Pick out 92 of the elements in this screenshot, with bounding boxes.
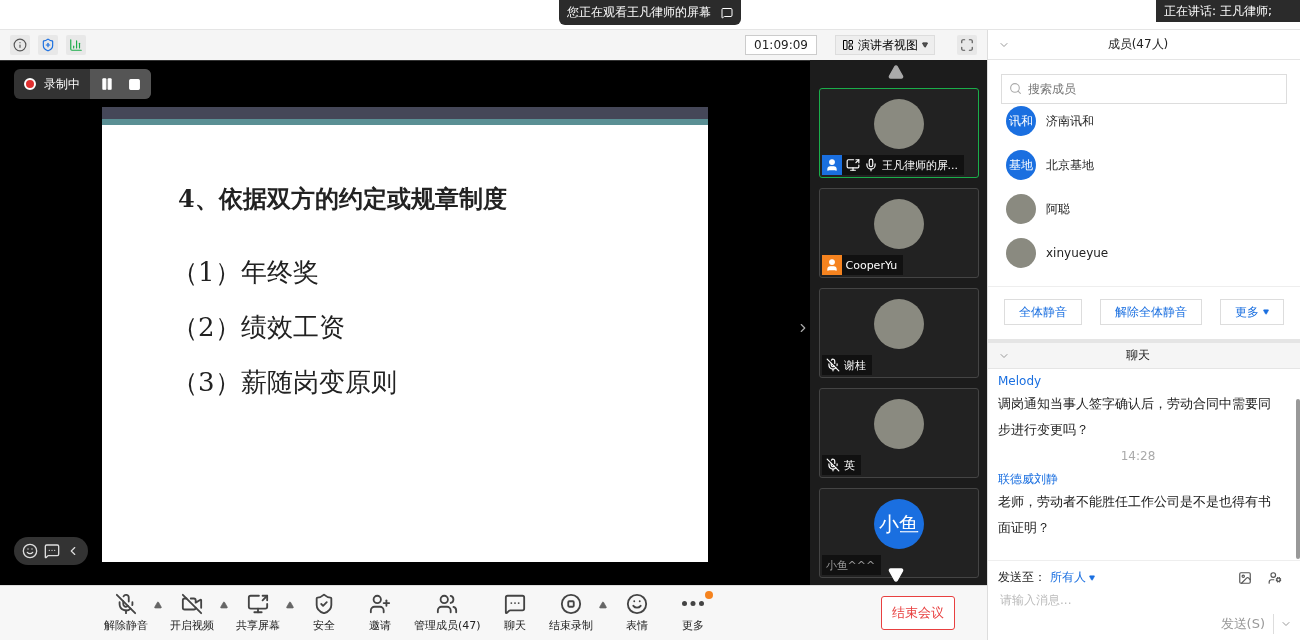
image-icon[interactable] — [1238, 570, 1252, 585]
fullscreen-icon[interactable] — [957, 35, 977, 55]
add-user-icon — [369, 593, 391, 615]
shield-icon[interactable] — [38, 35, 58, 55]
camera-off-icon — [181, 593, 203, 615]
scroll-down-icon[interactable] — [888, 567, 904, 583]
member-row[interactable]: 讯和 济南讯和 — [1006, 106, 1282, 136]
avatar-photo — [873, 399, 924, 449]
stop-icon — [559, 593, 582, 615]
shield-icon — [313, 593, 335, 615]
slide-title: 4、依据双方的约定或规章制度 — [178, 183, 508, 215]
pause-icon[interactable] — [100, 77, 114, 91]
person-icon — [821, 155, 842, 175]
video-tile[interactable]: 小鱼 小鱼^^^ — [818, 488, 979, 578]
recording-label: 录制中 — [14, 75, 90, 93]
member-row[interactable]: 基地 北京基地 — [1006, 150, 1282, 180]
mic-off-icon — [825, 358, 840, 372]
member-name: 济南讯和 — [1046, 112, 1094, 130]
send-to-label: 发送至： — [998, 569, 1046, 586]
sender-name: Melody — [998, 373, 1043, 390]
info-icon[interactable] — [10, 35, 30, 55]
users-icon — [436, 593, 459, 615]
chat-message: 老师，劳动者不能胜任工作公司是不是也得有书面证明？ — [998, 493, 1272, 537]
view-dropdown[interactable]: 演讲者视图 — [835, 35, 935, 55]
toolbar-button[interactable]: 聊天 — [486, 593, 543, 633]
smile-icon — [625, 593, 648, 615]
panel-title: 成员(47人) — [1106, 36, 1170, 53]
toolbar-button[interactable]: 结束录制 — [542, 593, 599, 633]
caret-icon — [1089, 574, 1095, 581]
participant-name: 英 — [843, 457, 855, 473]
avatar-photo — [873, 299, 924, 349]
member-action-button[interactable]: 解除全体静音 — [1100, 299, 1202, 325]
user-settings-icon[interactable] — [1268, 570, 1282, 585]
member-row[interactable]: 阿聪 — [1006, 194, 1282, 224]
toolbar-button[interactable]: 管理成员(47) — [408, 593, 487, 633]
avatar-photo — [873, 99, 924, 149]
member-action-button[interactable]: 更多 — [1220, 299, 1284, 325]
banner-text: 您正在观看王凡律师的屏幕 — [567, 4, 711, 21]
video-tile[interactable]: 英 — [818, 388, 979, 478]
member-row[interactable]: xinyueyue — [1006, 238, 1282, 268]
smile-icon[interactable] — [22, 543, 38, 559]
avatar: 讯和 — [1006, 106, 1036, 136]
toolbar-button[interactable]: 解除静音 — [98, 593, 154, 633]
more-icon — [681, 601, 704, 606]
person-icon — [821, 255, 842, 275]
chat-time: 14:28 — [1119, 448, 1157, 465]
meeting-timer: 01:09:09 — [745, 35, 817, 55]
slide-item: （1）年终奖 — [172, 256, 320, 289]
mic-icon — [863, 158, 878, 172]
avatar-photo — [1006, 238, 1036, 268]
speaker-label: 正在讲话: 王凡律师; — [1156, 0, 1300, 22]
scroll-up-icon[interactable] — [888, 64, 904, 80]
video-tile[interactable]: 谢桂 — [818, 288, 979, 378]
participant-name: 谢桂 — [843, 357, 866, 373]
chat-icon[interactable] — [44, 543, 60, 559]
layout-icon — [842, 39, 854, 51]
participant-name: CooperYu — [845, 258, 898, 272]
slide-item: （2）绩效工资 — [172, 311, 346, 344]
member-name: xinyueyue — [1046, 246, 1109, 260]
chat-icon — [503, 593, 526, 615]
slide-item: （3）薪随岗变原则 — [172, 366, 398, 399]
video-tile[interactable]: CooperYu — [818, 188, 979, 278]
chat-message: 调岗通知当事人签字确认后，劳动合同中需要同步进行变更吗？ — [998, 395, 1272, 439]
toolbar-button[interactable]: 邀请 — [352, 593, 408, 633]
participant-name: 王凡律师的屏... — [881, 157, 958, 173]
search-icon — [1009, 82, 1022, 95]
member-action-button[interactable]: 全体静音 — [1004, 299, 1082, 325]
screen-share-icon — [247, 593, 269, 615]
toolbar-button[interactable]: 共享屏幕 — [230, 593, 286, 633]
avatar-photo — [873, 199, 924, 249]
screen-share-icon — [845, 158, 860, 172]
toolbar-button[interactable]: 开启视频 — [164, 593, 220, 633]
avatar-photo — [1006, 194, 1036, 224]
recipient-dropdown[interactable]: 所有人 — [1050, 569, 1095, 586]
toolbar-button[interactable]: 安全 — [296, 593, 352, 633]
panel-title: 聊天 — [1125, 347, 1151, 364]
end-meeting-button[interactable]: 结束会议 — [881, 596, 955, 630]
participant-name: 小鱼^^^ — [824, 557, 876, 573]
video-tile[interactable]: 王凡律师的屏... — [818, 88, 979, 178]
toolbar-button[interactable]: 表情 — [608, 593, 665, 633]
avatar: 基地 — [1006, 150, 1036, 180]
toolbar-button[interactable]: 更多 — [664, 593, 721, 633]
stop-icon[interactable] — [128, 77, 141, 91]
scrollbar[interactable] — [1296, 399, 1300, 559]
mic-off-icon — [825, 458, 840, 472]
sender-name: 联德威刘静 — [998, 471, 1059, 488]
avatar: 小鱼 — [873, 499, 924, 549]
member-name: 北京基地 — [1046, 156, 1094, 174]
mic-off-icon — [115, 593, 137, 615]
caret-icon — [922, 42, 928, 48]
member-name: 阿聪 — [1046, 200, 1070, 218]
search-field[interactable]: 搜索成员 — [1001, 74, 1287, 104]
